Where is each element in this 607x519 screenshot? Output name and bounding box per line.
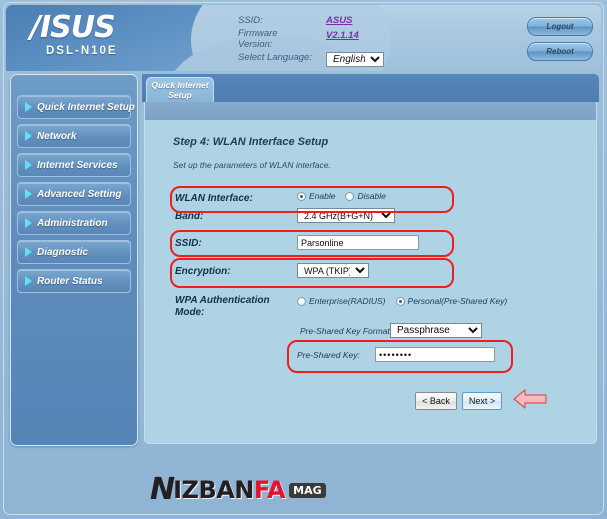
router-admin-page: /ISUS DSL-N10E SSID: ASUS Firmware Versi… [0,0,607,519]
sidebar-item-label: Network [37,130,77,142]
band-label: Band: [175,211,204,222]
sidebar-item-administration[interactable]: Administration [17,211,131,235]
triangle-right-icon [25,160,32,170]
watermark-part2: FA [253,476,286,504]
watermark-initial: N [150,472,176,507]
wlan-enable-radio[interactable]: Enable [297,191,335,201]
sidebar-item-router-status[interactable]: Router Status [17,269,131,293]
header-action-buttons: Logout Reboot [527,17,593,67]
wlan-disable-label: Disable [357,191,386,201]
router-model-label: DSL-N10E [46,45,118,57]
encryption-select[interactable]: WPA (TKIP) [297,263,369,278]
page-description: Set up the parameters of WLAN interface. [173,160,331,170]
ssid-value-link[interactable]: ASUS [326,15,352,26]
firmware-label-line2: Version: [238,39,273,50]
tab-label-line2: Setup [168,90,192,100]
wlan-disable-radio[interactable]: Disable [345,191,386,201]
sidebar-item-label: Diagnostic [37,246,89,258]
psk-format-select[interactable]: Passphrase [390,323,482,338]
firmware-version-label: Firmware Version: [238,27,326,51]
sidebar-item-label: Router Status [37,275,103,287]
ssid-input[interactable] [297,235,419,250]
tab-quick-internet-setup[interactable]: Quick Internet Setup [146,77,214,102]
page-title: Step 4: WLAN Interface Setup [173,136,329,148]
radio-selected-icon [297,191,306,201]
ssid-field-label: SSID: [175,238,202,249]
sidebar-item-quick-internet-setup[interactable]: Quick Internet Setup [17,95,135,119]
radio-unselected-icon [297,296,306,306]
wpa-auth-mode-label-line1: WPA Authentication [175,295,270,306]
wpa-personal-label: Personal(Pre-Shared Key) [407,296,508,306]
psk-format-label: Pre-Shared Key Format: [300,326,393,336]
reboot-button[interactable]: Reboot [527,42,593,61]
sidebar-item-label: Administration [37,217,108,229]
sidebar-item-network[interactable]: Network [17,124,131,148]
header-info-panel: SSID: ASUS Firmware Version: V2.1.14 Sel… [238,14,384,68]
left-arrow-annotation-icon [512,388,548,415]
triangle-right-icon [25,131,32,141]
back-button[interactable]: < Back [415,392,457,410]
wlan-interface-label: WLAN Interface: [175,193,253,204]
radio-unselected-icon [345,191,355,201]
triangle-right-icon [25,218,32,228]
tab-bar: Quick Internet Setup [142,74,599,102]
sidebar-item-internet-services[interactable]: Internet Services [17,153,131,177]
select-language-label: Select Language: [238,52,312,63]
sidebar-navigation: Quick Internet Setup Network Internet Se… [10,74,138,446]
watermark-logo: N IZBAN FA MAG [150,472,326,507]
language-select[interactable]: English [326,52,384,67]
psk-input[interactable] [375,347,495,362]
triangle-right-icon [25,276,32,286]
sidebar-item-label: Advanced Setting [37,188,122,200]
sidebar-item-label: Internet Services [37,159,118,171]
wpa-auth-mode-label: WPA Authentication Mode: [175,295,285,319]
sidebar-item-advanced-setting[interactable]: Advanced Setting [17,182,131,206]
band-select[interactable]: 2.4 GHz(B+G+N) [297,208,395,223]
radio-selected-icon [395,296,405,306]
sidebar-item-diagnostic[interactable]: Diagnostic [17,240,131,264]
wpa-enterprise-label: Enterprise(RADIUS) [309,296,386,306]
wpa-personal-radio[interactable]: Personal(Pre-Shared Key) [395,296,508,306]
wlan-interface-radio-group: Enable Disable [297,191,386,201]
triangle-right-icon [25,102,32,112]
encryption-label: Encryption: [175,266,231,277]
firmware-version-link[interactable]: V2.1.14 [326,30,359,41]
firmware-label-line1: Firmware [238,28,278,39]
triangle-right-icon [25,247,32,257]
logout-button[interactable]: Logout [527,17,593,36]
watermark-part1: IZBAN [173,476,254,504]
wlan-enable-label: Enable [309,191,336,201]
page-header: /ISUS DSL-N10E SSID: ASUS Firmware Versi… [6,5,601,71]
triangle-right-icon [25,189,32,199]
content-subheader-bar [144,102,597,120]
next-button[interactable]: Next > [462,392,502,410]
watermark-badge: MAG [289,482,326,498]
asus-logo[interactable]: /ISUS DSL-N10E [30,12,180,68]
ssid-label: SSID: [238,15,263,26]
wpa-auth-mode-radio-group: Enterprise(RADIUS) Personal(Pre-Shared K… [297,296,507,306]
psk-label: Pre-Shared Key: [297,350,360,360]
wpa-auth-mode-label-line2: Mode: [175,307,205,318]
sidebar-item-label: Quick Internet Setup [37,101,135,113]
asus-wordmark: /ISUS [30,10,116,45]
wpa-enterprise-radio[interactable]: Enterprise(RADIUS) [297,296,386,306]
tab-label-line1: Quick Internet [151,80,209,90]
